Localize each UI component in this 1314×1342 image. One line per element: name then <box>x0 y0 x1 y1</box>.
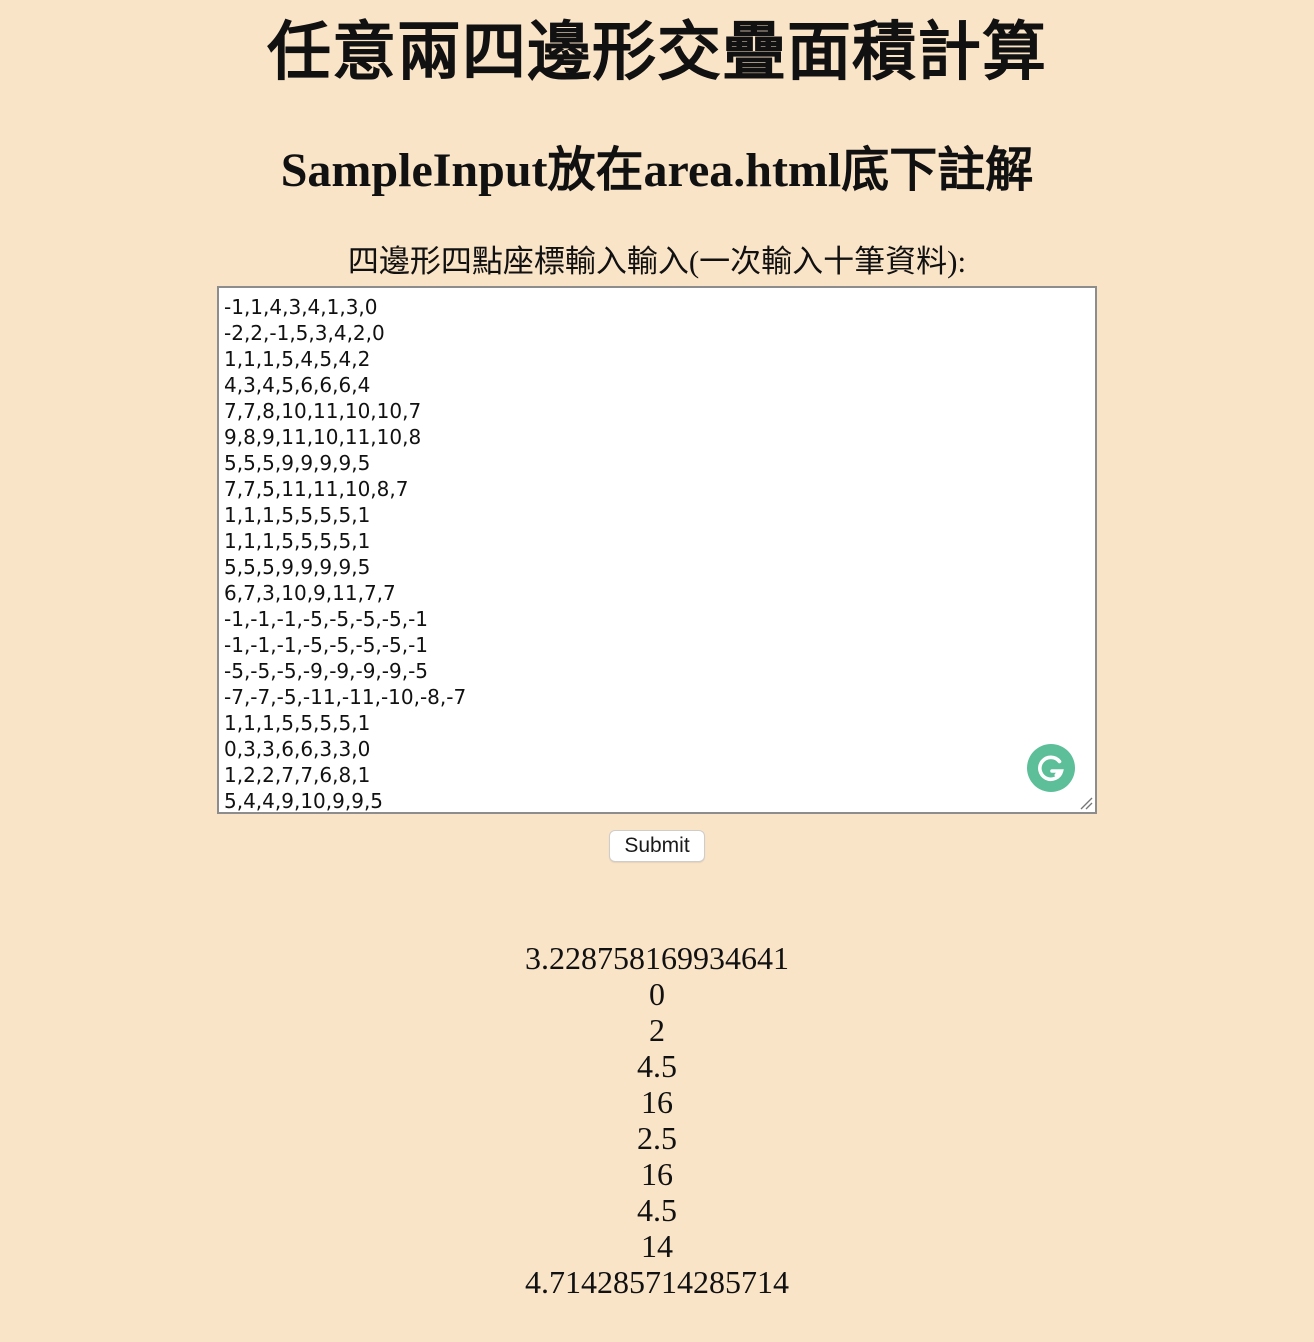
result-line: 3.228758169934641 <box>525 940 789 976</box>
input-label: 四邊形四點座標輸入輸入(一次輸入十筆資料): <box>347 244 967 279</box>
result-line: 4.5 <box>637 1192 677 1228</box>
result-line: 14 <box>641 1228 673 1264</box>
result-line: 16 <box>641 1156 673 1192</box>
result-line: 0 <box>649 976 665 1012</box>
grammarly-g-icon[interactable] <box>1027 744 1075 792</box>
page-title: 任意兩四邊形交疊面積計算 <box>267 17 1047 88</box>
result-line: 16 <box>641 1084 673 1120</box>
submit-button[interactable]: Submit <box>609 830 705 862</box>
result-line: 4.5 <box>637 1048 677 1084</box>
coordinates-textarea[interactable] <box>219 288 1095 812</box>
result-line: 4.714285714285714 <box>525 1264 789 1300</box>
result-line: 2 <box>649 1012 665 1048</box>
results-list: 3.228758169934641 0 2 4.5 16 2.5 16 4.5 … <box>0 940 1314 1300</box>
submit-row: Submit <box>0 830 1314 862</box>
resize-grip-icon[interactable] <box>1079 796 1093 810</box>
result-line: 2.5 <box>637 1120 677 1156</box>
page: 任意兩四邊形交疊面積計算 SampleInput放在area.html底下註解 … <box>0 0 1314 1300</box>
page-subtitle: SampleInput放在area.html底下註解 <box>280 144 1034 197</box>
coordinates-textarea-box <box>217 286 1097 814</box>
